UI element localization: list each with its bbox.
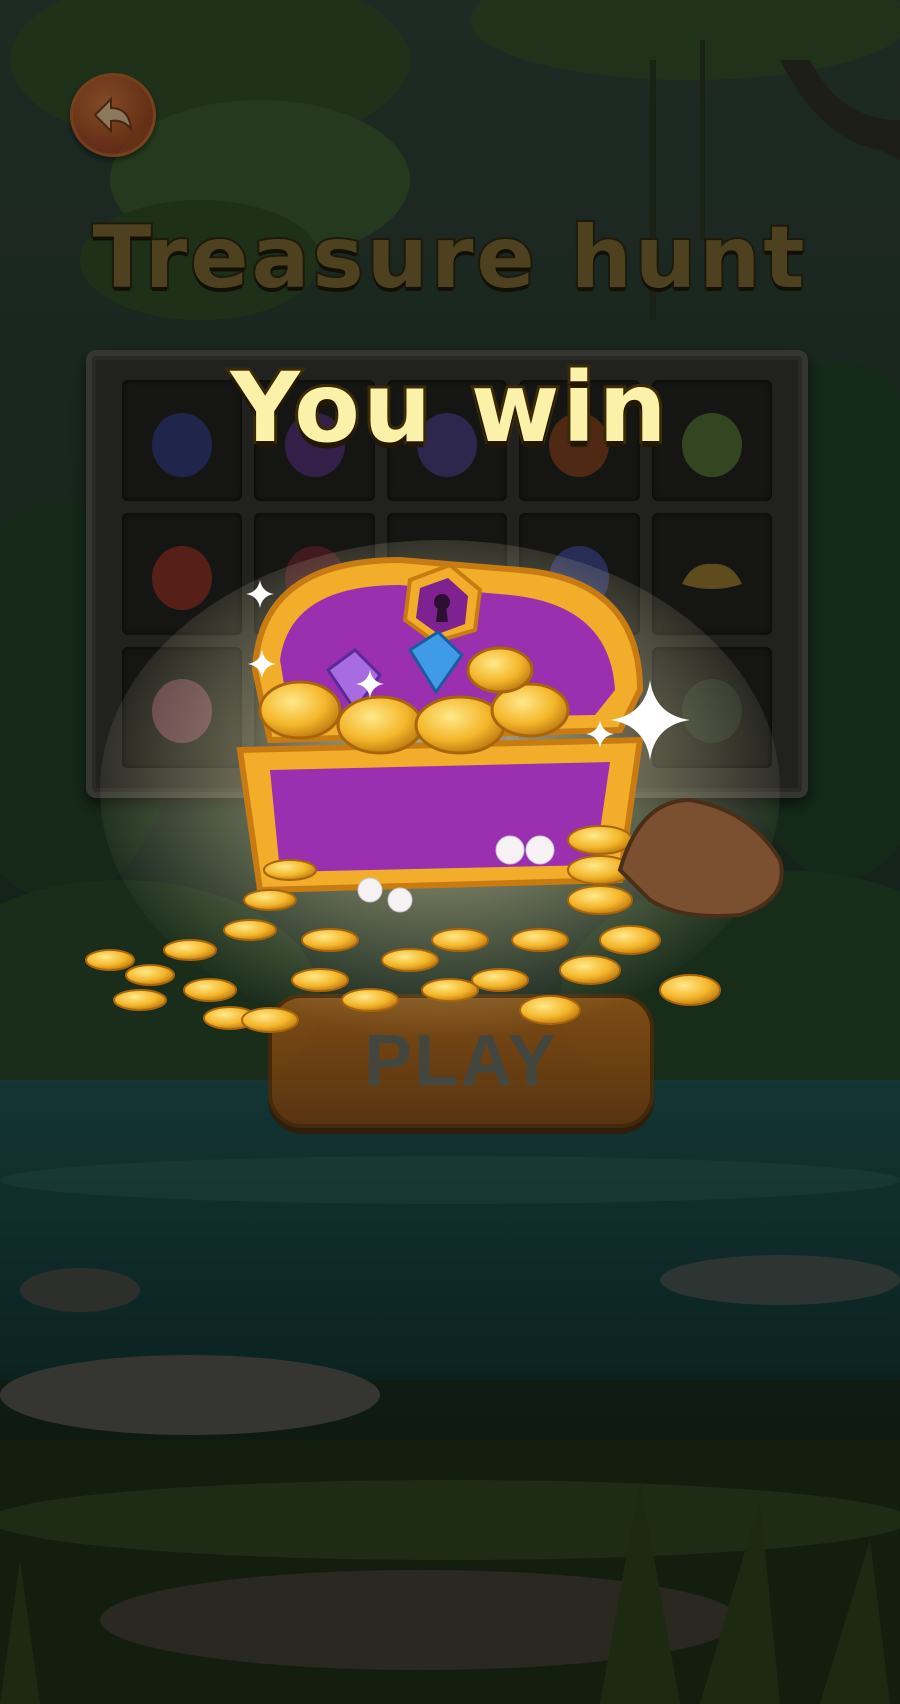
- you-win-banner: You win: [227, 349, 670, 467]
- treasure-chest-illustration: [85, 540, 784, 1040]
